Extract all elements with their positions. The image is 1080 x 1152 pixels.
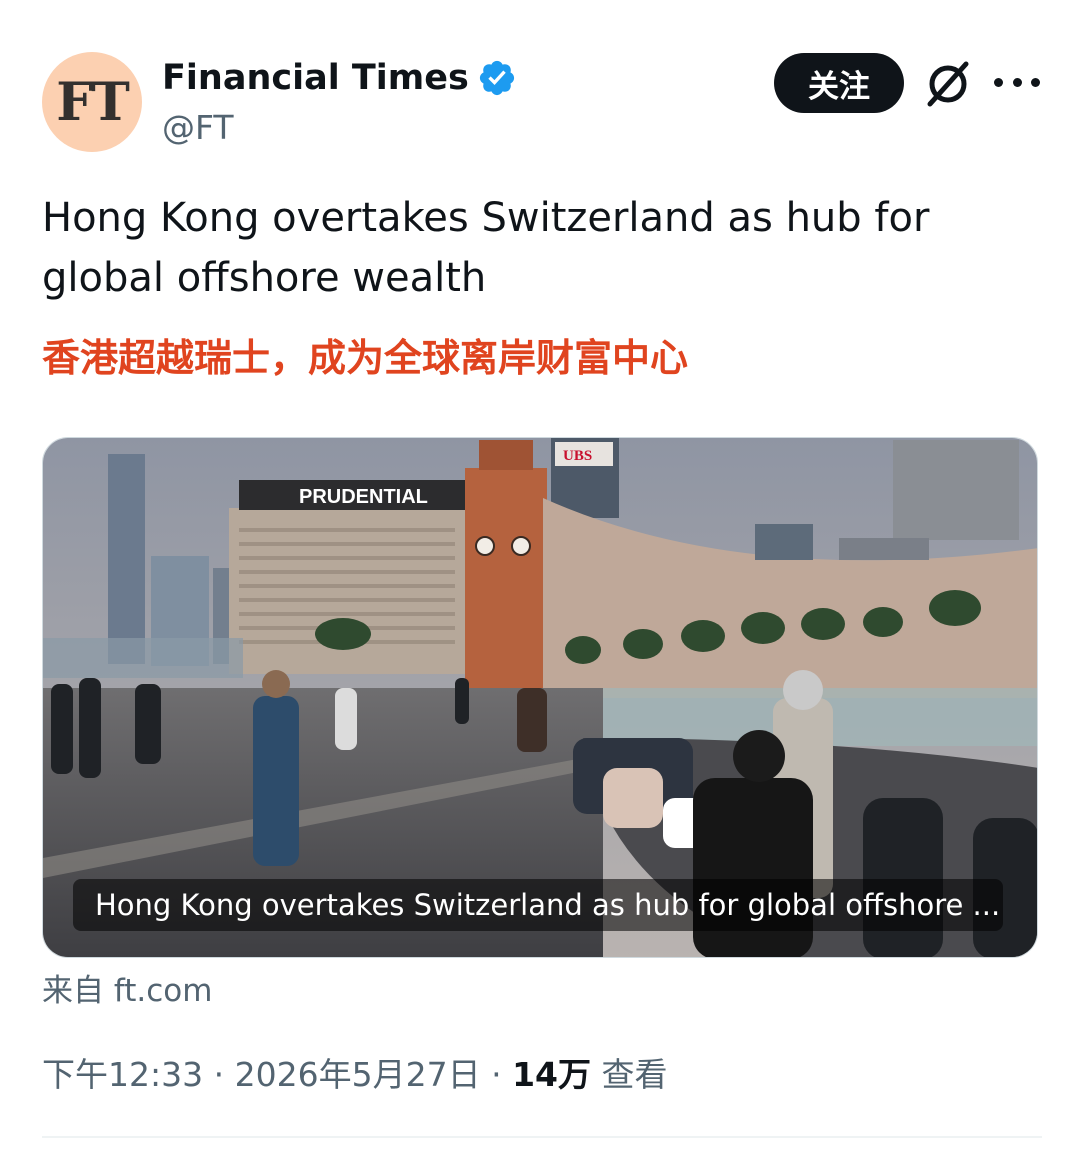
tweet-translation: 香港超越瑞士，成为全球离岸财富中心 [42,336,689,380]
tweet-meta: 下午12:33 · 2026年5月27日 · 14万 查看 [42,1052,668,1098]
ubs-sign: UBS [563,448,592,464]
meta-separator: · [203,1055,235,1094]
author-name-row[interactable]: Financial Times [162,56,517,100]
card-caption: Hong Kong overtakes Switzerland as hub f… [73,879,1003,931]
grok-icon[interactable] [922,58,974,110]
avatar[interactable]: FT [42,52,142,152]
divider [42,1136,1042,1138]
tweet-text: Hong Kong overtakes Switzerland as hub f… [42,195,930,301]
author-name[interactable]: Financial Times [162,56,469,100]
avatar-logo-text: FT [56,71,130,133]
prudential-sign: PRUDENTIAL [299,486,428,508]
views-label: 查看 [591,1055,668,1094]
author-handle[interactable]: @FT [162,106,517,150]
follow-button[interactable]: 关注 [774,53,904,113]
verified-badge-icon [479,60,514,96]
views-count: 14万 [512,1055,591,1094]
card-source[interactable]: 来自 ft.com [42,970,212,1012]
tweet-time[interactable]: 下午12:33 [42,1055,203,1094]
author-block: Financial Times @FT [162,56,517,150]
more-options-icon[interactable] [994,67,1040,97]
meta-separator: · [480,1055,513,1094]
link-card[interactable]: PRUDENTIAL UBS Hong Kong overtakes Switz… [42,437,1038,958]
tweet-date[interactable]: 2026年5月27日 [235,1055,481,1094]
